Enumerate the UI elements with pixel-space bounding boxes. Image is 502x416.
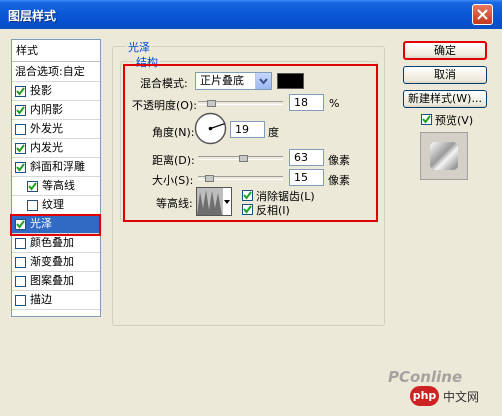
style-list-item[interactable]: 图案叠加	[12, 272, 100, 291]
distance-input[interactable]: 63	[289, 149, 324, 166]
style-list-checkbox[interactable]	[15, 124, 26, 135]
style-list-item[interactable]: 颜色叠加	[12, 234, 100, 253]
blend-mode-label: 混合模式:	[140, 77, 188, 90]
style-list-item[interactable]: 外发光	[12, 120, 100, 139]
style-list-item-label: 图案叠加	[30, 274, 74, 287]
opacity-label: 不透明度(O):	[132, 99, 197, 112]
size-unit: 像素	[328, 174, 350, 187]
style-list-item-label: 内阴影	[30, 103, 63, 116]
cancel-button[interactable]: 取消	[403, 66, 487, 84]
style-list-checkbox[interactable]	[27, 200, 38, 211]
highlight-box-satin	[10, 214, 101, 236]
contour-dropdown-icon[interactable]	[223, 188, 231, 215]
dropdown-arrow-icon[interactable]	[255, 73, 271, 89]
angle-dial-icon	[194, 112, 227, 145]
style-list-checkbox[interactable]	[15, 162, 26, 173]
style-list-checkbox[interactable]	[15, 143, 26, 154]
blend-color-fill	[278, 74, 303, 88]
invert-checkbox[interactable]	[242, 204, 253, 215]
style-list-header-label: 样式	[16, 44, 38, 57]
style-list-header: 样式	[12, 40, 100, 62]
style-list-item-label: 颜色叠加	[30, 236, 74, 249]
preview-checkbox[interactable]	[421, 114, 432, 125]
angle-input[interactable]: 19	[230, 121, 265, 138]
antialias-checkbox[interactable]	[242, 190, 253, 201]
distance-label: 距离(D):	[152, 154, 195, 167]
style-list-checkbox[interactable]	[15, 86, 26, 97]
close-button[interactable]	[472, 4, 493, 25]
style-list-item-label: 描边	[30, 293, 52, 306]
distance-slider-thumb[interactable]	[239, 155, 248, 162]
size-label: 大小(S):	[152, 174, 194, 187]
preview-swatch	[430, 142, 458, 170]
blend-mode-value: 正片叠底	[200, 74, 244, 87]
checkmark-icon	[16, 144, 25, 153]
contour-picker[interactable]	[196, 187, 232, 216]
style-list-item[interactable]: 内发光	[12, 139, 100, 158]
style-list-item[interactable]: 斜面和浮雕	[12, 158, 100, 177]
contour-label: 等高线:	[156, 197, 193, 210]
style-preview-thumbnail	[420, 132, 468, 180]
style-list-checkbox[interactable]	[15, 276, 26, 287]
blend-mode-select[interactable]: 正片叠底	[195, 72, 272, 90]
style-list-checkbox[interactable]	[15, 238, 26, 249]
blend-color-swatch[interactable]	[277, 73, 304, 89]
style-list-item[interactable]: 混合选项:自定	[12, 63, 100, 82]
style-list-item[interactable]: 等高线	[12, 177, 100, 196]
checkmark-icon	[28, 182, 37, 191]
opacity-input[interactable]: 18	[289, 94, 324, 111]
style-list[interactable]: 样式 混合选项:自定 投影 内阴影 外发光 内发光 斜面和浮雕 等高线 纹理 光泽 颜色叠加 渐变叠…	[11, 39, 101, 317]
style-list-item-label: 斜面和浮雕	[30, 160, 85, 173]
contour-curve-icon	[197, 188, 223, 215]
style-list-checkbox[interactable]	[27, 181, 38, 192]
angle-label: 角度(N):	[152, 126, 195, 139]
style-list-item[interactable]: 投影	[12, 82, 100, 101]
style-list-item[interactable]: 纹理	[12, 196, 100, 215]
satin-group-title: 光泽	[126, 39, 152, 55]
style-list-item[interactable]: 渐变叠加	[12, 253, 100, 272]
opacity-slider-thumb[interactable]	[207, 100, 216, 107]
size-slider-thumb[interactable]	[205, 175, 214, 182]
close-icon	[477, 9, 488, 20]
style-list-checkbox[interactable]	[15, 257, 26, 268]
style-list-item[interactable]: 内阴影	[12, 101, 100, 120]
style-list-item-label: 外发光	[30, 122, 63, 135]
watermark-pconline: PConline	[388, 368, 463, 386]
style-list-item-label: 投影	[30, 84, 52, 97]
invert-label: 反相(I)	[256, 204, 290, 217]
angle-unit: 度	[268, 126, 279, 139]
angle-dial[interactable]	[194, 112, 227, 145]
style-list-item-label: 等高线	[42, 179, 75, 192]
preview-label: 预览(V)	[435, 114, 474, 127]
size-input[interactable]: 15	[289, 169, 324, 186]
watermark-chinese: 中文网	[443, 390, 480, 404]
style-list-item-label: 内发光	[30, 141, 63, 154]
new-style-button[interactable]: 新建样式(W)...	[403, 90, 487, 108]
style-list-item-label: 纹理	[42, 198, 64, 211]
style-list-item[interactable]: 描边	[12, 291, 100, 310]
title-bar[interactable]: 图层样式	[0, 0, 502, 29]
opacity-unit: %	[329, 97, 340, 110]
watermark-php-logo: php	[410, 386, 439, 406]
checkmark-icon	[16, 163, 25, 172]
window-title: 图层样式	[8, 9, 57, 23]
ok-button[interactable]: 确定	[403, 41, 487, 60]
checkmark-icon	[16, 87, 25, 96]
distance-unit: 像素	[328, 154, 350, 167]
style-list-checkbox[interactable]	[15, 105, 26, 116]
checkmark-icon	[16, 106, 25, 115]
style-list-checkbox[interactable]	[15, 295, 26, 306]
style-list-item-label: 混合选项:自定	[15, 65, 85, 78]
style-list-item-label: 渐变叠加	[30, 255, 74, 268]
